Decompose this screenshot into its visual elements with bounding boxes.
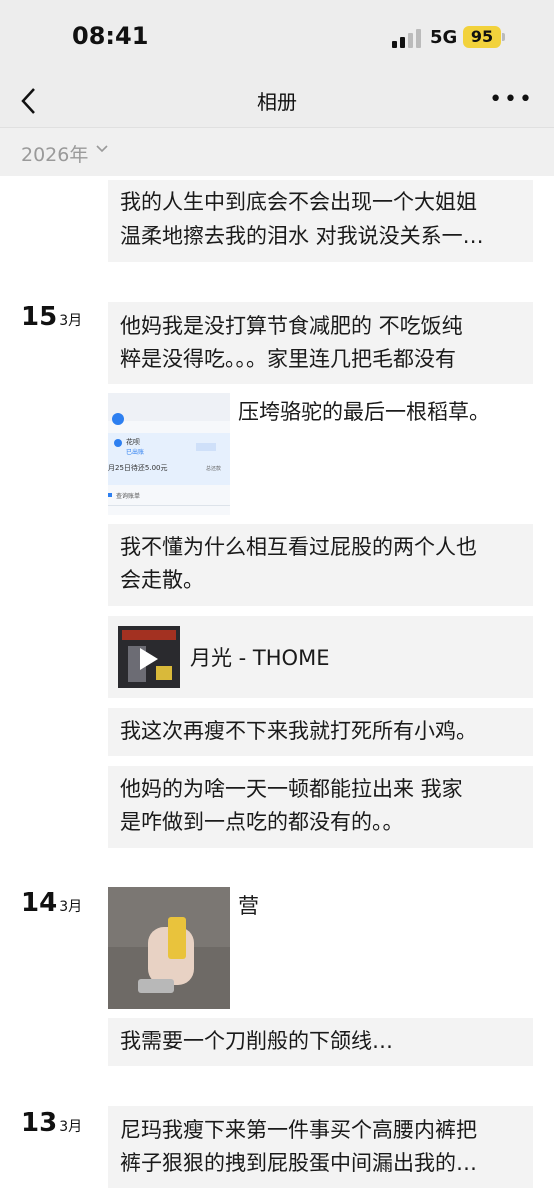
thumb-text: 月25日待还5.00元	[108, 464, 168, 472]
date-label-14: 14 3月	[21, 888, 82, 918]
date-label-13: 13 3月	[21, 1108, 82, 1138]
album-cover	[118, 626, 180, 688]
moment-text-line: 我不懂为什么相互看过屁股的两个人也	[120, 535, 477, 559]
date-day: 14	[21, 888, 58, 918]
moment-text-line: 裤子狠狠的拽到屁股蛋中间漏出我的…	[120, 1151, 477, 1175]
moment-text-line: 是咋做到一点吃的都没有的。。	[120, 810, 404, 834]
signal-icon	[392, 29, 422, 48]
album-figure	[156, 666, 172, 680]
app-logo-icon	[114, 439, 122, 447]
moment-card[interactable]: 我的人生中到底会不会出现一个大姐姐 温柔地擦去我的泪水 对我说没关系一…	[108, 180, 533, 262]
play-icon[interactable]	[140, 648, 158, 670]
thumb-bullet	[108, 493, 112, 497]
chevron-down-icon[interactable]	[94, 140, 110, 156]
moment-card[interactable]: 他妈我是没打算节食减肥的 不吃饭纯 粹是没得吃。。。家里连几把毛都没有	[108, 302, 533, 384]
app-logo-icon	[112, 413, 124, 425]
battery-tip	[502, 33, 505, 41]
date-day: 13	[21, 1108, 58, 1138]
moment-card[interactable]: 我不懂为什么相互看过屁股的两个人也 会走散。	[108, 524, 533, 606]
moment-card[interactable]: 他妈的为啥一天一顿都能拉出来 我家 是咋做到一点吃的都没有的。。	[108, 766, 533, 848]
moment-text-line: 粹是没得吃。。。家里连几把毛都没有	[120, 347, 456, 371]
moment-text-line: 他妈我是没打算节食减肥的 不吃饭纯	[120, 314, 463, 338]
date-day: 15	[21, 302, 58, 332]
date-label-15: 15 3月	[21, 302, 82, 332]
thumb-header	[108, 393, 230, 421]
photo-bottle	[168, 917, 186, 959]
moment-card[interactable]: 我这次再瘦不下来我就打死所有小鸡。	[108, 708, 533, 756]
thumb-text: 总还款	[206, 466, 222, 472]
moment-text-line: 尼玛我瘦下来第一件事买个高腰内裤把	[120, 1118, 477, 1142]
moment-text-line: 我这次再瘦不下来我就打死所有小鸡。	[120, 719, 477, 743]
moment-text-line: 会走散。	[120, 568, 204, 592]
battery-icon: 95	[463, 26, 501, 48]
moment-image-thumbnail[interactable]: 花呗 已出账 月25日待还5.00元 总还款 查询账单	[108, 393, 230, 515]
year-filter-bar[interactable]: 2026年	[0, 127, 554, 176]
thumb-text: 花呗	[126, 438, 140, 446]
thumb-divider	[108, 505, 230, 506]
date-month: 3月	[59, 899, 83, 915]
moment-text-line: 他妈的为啥一天一顿都能拉出来 我家	[120, 777, 463, 801]
date-month: 3月	[59, 313, 83, 329]
music-title: 月光 - THOME	[190, 646, 330, 670]
photo-watch	[138, 979, 174, 993]
date-month: 3月	[59, 1119, 83, 1135]
moment-card[interactable]: 我需要一个刀削般的下颌线…	[108, 1018, 533, 1066]
image-caption: 压垮骆驼的最后一根稻草。	[238, 400, 490, 424]
moment-text-line: 温柔地擦去我的泪水 对我说没关系一…	[120, 224, 484, 248]
album-title-art	[122, 630, 176, 640]
moment-image-thumbnail[interactable]	[108, 887, 230, 1009]
status-bar: 08:41 5G 95	[0, 0, 554, 75]
year-label[interactable]: 2026年	[21, 140, 88, 167]
nav-bar: 相册 •••	[0, 75, 554, 127]
image-caption: 营	[238, 894, 259, 918]
moment-text-line: 我的人生中到底会不会出现一个大姐姐	[120, 190, 477, 214]
moment-text-line: 我需要一个刀削般的下颌线…	[120, 1029, 393, 1053]
thumb-text: 查询账单	[116, 493, 141, 500]
music-share-card[interactable]: 月光 - THOME	[108, 616, 533, 698]
thumb-badge	[196, 443, 216, 451]
moment-card[interactable]: 尼玛我瘦下来第一件事买个高腰内裤把 裤子狠狠的拽到屁股蛋中间漏出我的…	[108, 1106, 533, 1188]
thumb-text: 已出账	[126, 449, 145, 456]
more-options-icon[interactable]: •••	[489, 87, 534, 112]
network-type: 5G	[430, 27, 458, 48]
page-title: 相册	[257, 90, 297, 114]
status-time: 08:41	[72, 22, 149, 50]
